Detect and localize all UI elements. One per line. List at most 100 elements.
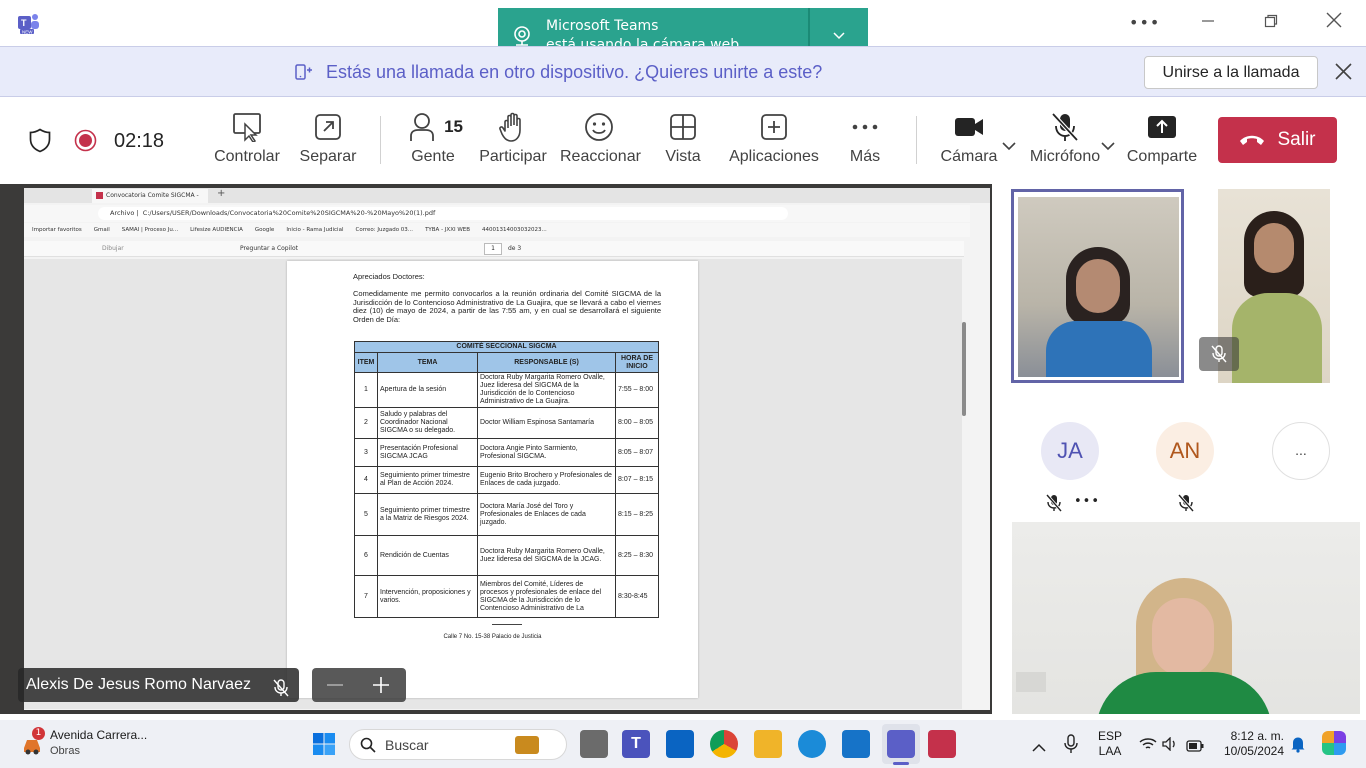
browser-tab[interactable]: Convocatoria Comite SIGCMA - <box>92 189 208 203</box>
people-button[interactable]: 15 Gente <box>403 112 463 166</box>
view-button[interactable]: Vista <box>662 112 704 166</box>
close-window-button[interactable] <box>1322 12 1346 34</box>
avatar[interactable]: AN <box>1156 422 1214 480</box>
weather-subtitle: Obras <box>50 745 80 757</box>
table-cell: Doctora Ruby Margarita Romero Ovalle, Ju… <box>477 372 616 408</box>
scrollbar-thumb[interactable] <box>962 322 966 416</box>
clock[interactable]: 8:12 a. m. 10/05/2024 <box>1214 729 1284 759</box>
table-row: 4 Seguimiento primer trimestre al Plan d… <box>354 466 659 494</box>
share-label: Comparte <box>1126 148 1198 165</box>
page-number-input[interactable]: 1 <box>484 243 502 255</box>
table-cell: Intervención, proposiciones y varios. <box>377 575 478 618</box>
bookmark-item[interactable]: TYBA - JXXI WEB <box>425 223 470 237</box>
bookmark-item[interactable]: SAMAI | Proceso Ju... <box>122 223 178 237</box>
self-video-preview[interactable] <box>1012 522 1360 714</box>
mail-icon[interactable] <box>666 730 694 758</box>
zoom-in-icon[interactable] <box>372 676 390 698</box>
active-indicator <box>893 762 909 765</box>
popout-button[interactable]: Separar <box>297 112 359 166</box>
video-figure-face <box>1254 223 1294 273</box>
bookmark-item[interactable]: 44001314003032023... <box>482 223 547 237</box>
microphone-button[interactable]: Micrófono <box>1027 112 1103 166</box>
participant-video-feed <box>1018 197 1179 377</box>
mic-options-chevron-icon[interactable] <box>1101 136 1115 155</box>
bookmark-item[interactable]: Gmail <box>94 223 110 237</box>
react-button[interactable]: Reaccionar <box>560 112 641 166</box>
apps-icon <box>761 114 787 140</box>
address-url: C:/Users/USER/Downloads/Convocatoria%20C… <box>142 209 436 217</box>
view-icon <box>670 114 696 140</box>
camera-button[interactable]: Cámara <box>940 112 998 166</box>
apps-button[interactable]: Aplicaciones <box>729 112 819 166</box>
table-header: HORA DE INICIO <box>615 352 659 373</box>
table-cell: Seguimiento primer trimestre al Plan de … <box>377 466 478 494</box>
notifications-bell-icon[interactable] <box>1290 735 1306 757</box>
more-participants-button[interactable]: ... <box>1272 422 1330 480</box>
new-tab-icon[interactable]: + <box>217 188 225 199</box>
clock-date: 10/05/2024 <box>1223 744 1284 758</box>
copilot-icon[interactable] <box>1322 731 1346 755</box>
address-bar[interactable]: Archivo | C:/Users/USER/Downloads/Convoc… <box>98 207 788 220</box>
battery-icon[interactable] <box>1186 737 1204 756</box>
chrome-icon[interactable] <box>710 730 738 758</box>
microphone-tray-icon[interactable] <box>1064 734 1078 758</box>
camera-icon <box>955 118 983 136</box>
bookmark-item[interactable]: Correo: Juzgado 03... <box>355 223 413 237</box>
minimize-button[interactable] <box>1196 12 1220 34</box>
bookmark-item[interactable]: Inicio - Rama Judicial <box>286 223 343 237</box>
store-icon[interactable] <box>842 730 870 758</box>
edge-icon[interactable] <box>798 730 826 758</box>
zoom-out-icon[interactable] <box>326 677 344 697</box>
table-row: 1 Apertura de la sesión Doctora Ruby Mar… <box>354 372 659 408</box>
agenda-table: COMITÉ SECCIONAL SIGCMA ITEM TEMA RESPON… <box>354 341 659 618</box>
more-label: Más <box>849 148 881 165</box>
weather-title[interactable]: Avenida Carrera... <box>50 728 147 742</box>
search-box[interactable]: Buscar <box>349 729 567 760</box>
wifi-icon[interactable] <box>1139 736 1157 755</box>
wall-switch <box>1016 672 1046 692</box>
mic-muted-icon <box>272 676 290 710</box>
teams-new-icon[interactable] <box>887 730 915 758</box>
language-layout: LAA <box>1098 744 1122 758</box>
control-button[interactable]: Controlar <box>212 112 282 166</box>
language-indicator[interactable]: ESP LAA <box>1098 729 1122 759</box>
volume-icon[interactable] <box>1162 736 1178 755</box>
table-cell: Doctor William Espinosa Santamaría <box>477 407 616 439</box>
camera-options-chevron-icon[interactable] <box>1002 136 1016 155</box>
bookmark-item[interactable]: Google <box>255 223 274 237</box>
join-call-button[interactable]: Unirse a la llamada <box>1144 56 1318 89</box>
table-cell: 8:00 – 8:05 <box>615 407 659 439</box>
more-button[interactable]: Más <box>846 112 884 166</box>
people-count: 15 <box>444 117 463 136</box>
bookmark-item[interactable]: Lifesize AUDIENCIA <box>190 223 243 237</box>
close-icon[interactable] <box>1335 63 1352 84</box>
more-options-button[interactable]: ••• <box>1129 12 1159 34</box>
file-explorer-icon[interactable] <box>754 730 782 758</box>
leave-button[interactable]: Salir <box>1218 117 1337 163</box>
start-icon[interactable] <box>312 732 336 760</box>
draw-tool[interactable]: Dibujar <box>102 245 124 252</box>
microphone-label: Micrófono <box>1029 148 1101 165</box>
table-cell: 8:15 – 8:25 <box>615 493 659 536</box>
react-icon <box>585 113 613 141</box>
table-cell: Miembros del Comité, Líderes de procesos… <box>477 575 616 618</box>
footer-rule <box>492 624 522 625</box>
share-button[interactable]: Comparte <box>1126 112 1198 166</box>
task-view-icon[interactable] <box>580 730 608 758</box>
copilot-button[interactable]: Preguntar a Copilot <box>240 245 298 252</box>
mic-off-icon <box>1051 112 1079 142</box>
raise-hand-button[interactable]: Participar <box>479 112 547 166</box>
chevron-up-icon[interactable] <box>1032 737 1046 756</box>
participant-video-active[interactable] <box>1011 189 1184 383</box>
participant-options-icon[interactable]: ••• <box>1074 494 1100 509</box>
apps-label: Aplicaciones <box>729 148 819 165</box>
avatar[interactable]: JA <box>1041 422 1099 480</box>
table-row: 7 Intervención, proposiciones y varios. … <box>354 575 659 618</box>
teams-classic-icon[interactable]: T <box>622 730 650 758</box>
restore-button[interactable] <box>1259 12 1283 34</box>
table-header: RESPONSABLE (S) <box>477 352 616 373</box>
shield-icon[interactable] <box>29 128 51 157</box>
view-label: Vista <box>665 148 701 165</box>
bookmark-item[interactable]: Importar favoritos <box>32 223 82 237</box>
snipping-tool-icon[interactable] <box>928 730 956 758</box>
